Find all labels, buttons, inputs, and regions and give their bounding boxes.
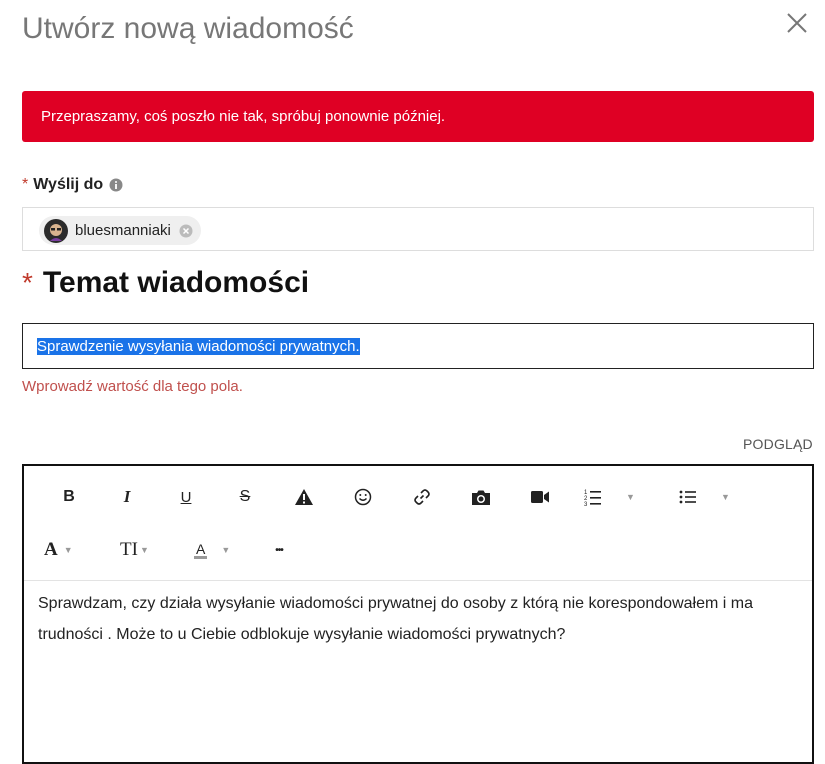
recipients-label: * Wyślij do — [22, 176, 123, 194]
text-color-button[interactable]: A ▼ — [194, 535, 242, 565]
required-marker: * — [22, 267, 33, 298]
remove-recipient-icon[interactable] — [179, 224, 193, 238]
close-button[interactable] — [784, 10, 810, 36]
avatar — [44, 218, 68, 243]
bullet-list-icon — [679, 490, 696, 504]
italic-button[interactable]: I — [112, 482, 142, 512]
underline-icon: U — [180, 488, 192, 506]
more-icon: ••• — [275, 544, 283, 556]
chevron-down-icon: ▼ — [63, 545, 73, 555]
text-size-icon: TI — [120, 539, 138, 560]
message-editor: B I U S 1 2 3 ▼ ▼ A ▼ TI ▼ A ▼ ••• Spraw… — [22, 464, 814, 764]
recipient-chip: bluesmanniaki — [39, 216, 201, 245]
subject-input[interactable]: Sprawdzenie wysyłania wiadomości prywatn… — [22, 323, 814, 369]
chevron-down-icon: ▼ — [139, 545, 149, 555]
required-marker: * — [22, 176, 29, 193]
bullet-list-button[interactable]: ▼ — [679, 482, 741, 512]
italic-icon: I — [123, 487, 131, 506]
warning-icon — [295, 489, 313, 505]
image-button[interactable] — [466, 482, 496, 512]
chevron-down-icon: ▼ — [221, 545, 231, 555]
font-family-icon: A — [44, 539, 58, 560]
info-icon[interactable] — [109, 178, 123, 192]
subject-value: Sprawdzenie wysyłania wiadomości prywatn… — [37, 337, 360, 355]
message-body[interactable]: Sprawdzam, czy działa wysyłanie wiadomoś… — [38, 588, 778, 650]
bold-icon: B — [63, 488, 75, 505]
font-family-button[interactable]: A ▼ — [44, 535, 86, 565]
validation-message: Wprowadź wartość dla tego pola. — [22, 378, 243, 395]
recipients-label-text: Wyślij do — [33, 176, 104, 193]
text-color-icon: A — [194, 540, 208, 559]
recipient-username: bluesmanniaki — [75, 222, 171, 239]
text-size-button[interactable]: TI ▼ — [120, 535, 162, 565]
numbered-list-button[interactable]: 1 2 3 ▼ — [584, 482, 646, 512]
emoji-icon — [354, 488, 372, 506]
strikethrough-button[interactable]: S — [230, 482, 260, 512]
more-options-button[interactable]: ••• — [264, 535, 294, 565]
underline-button[interactable]: U — [171, 482, 201, 512]
spoiler-button[interactable] — [289, 482, 319, 512]
camera-icon — [472, 490, 490, 505]
strikethrough-icon: S — [239, 488, 251, 505]
error-message: Przepraszamy, coś poszło nie tak, spróbu… — [41, 108, 446, 125]
recipients-input[interactable]: bluesmanniaki — [22, 207, 814, 251]
subject-heading-text: Temat wiadomości — [42, 266, 310, 299]
link-icon — [414, 489, 430, 505]
subject-heading: * Temat wiadomości — [22, 266, 309, 300]
video-button[interactable] — [525, 482, 555, 512]
chevron-down-icon: ▼ — [721, 492, 730, 502]
video-icon — [531, 491, 549, 503]
error-banner: Przepraszamy, coś poszło nie tak, spróbu… — [22, 91, 814, 142]
numbered-list-icon: 1 2 3 — [584, 490, 601, 506]
close-icon — [787, 13, 807, 33]
emoji-button[interactable] — [348, 482, 378, 512]
editor-toolbar: B I U S 1 2 3 ▼ ▼ A ▼ TI ▼ A ▼ ••• — [24, 466, 812, 581]
preview-link[interactable]: PODGLĄD — [743, 436, 813, 452]
bold-button[interactable]: B — [54, 482, 84, 512]
link-button[interactable] — [407, 482, 437, 512]
svg-text:3: 3 — [584, 502, 588, 506]
chevron-down-icon: ▼ — [626, 492, 635, 502]
dialog-title: Utwórz nową wiadomość — [22, 12, 354, 45]
